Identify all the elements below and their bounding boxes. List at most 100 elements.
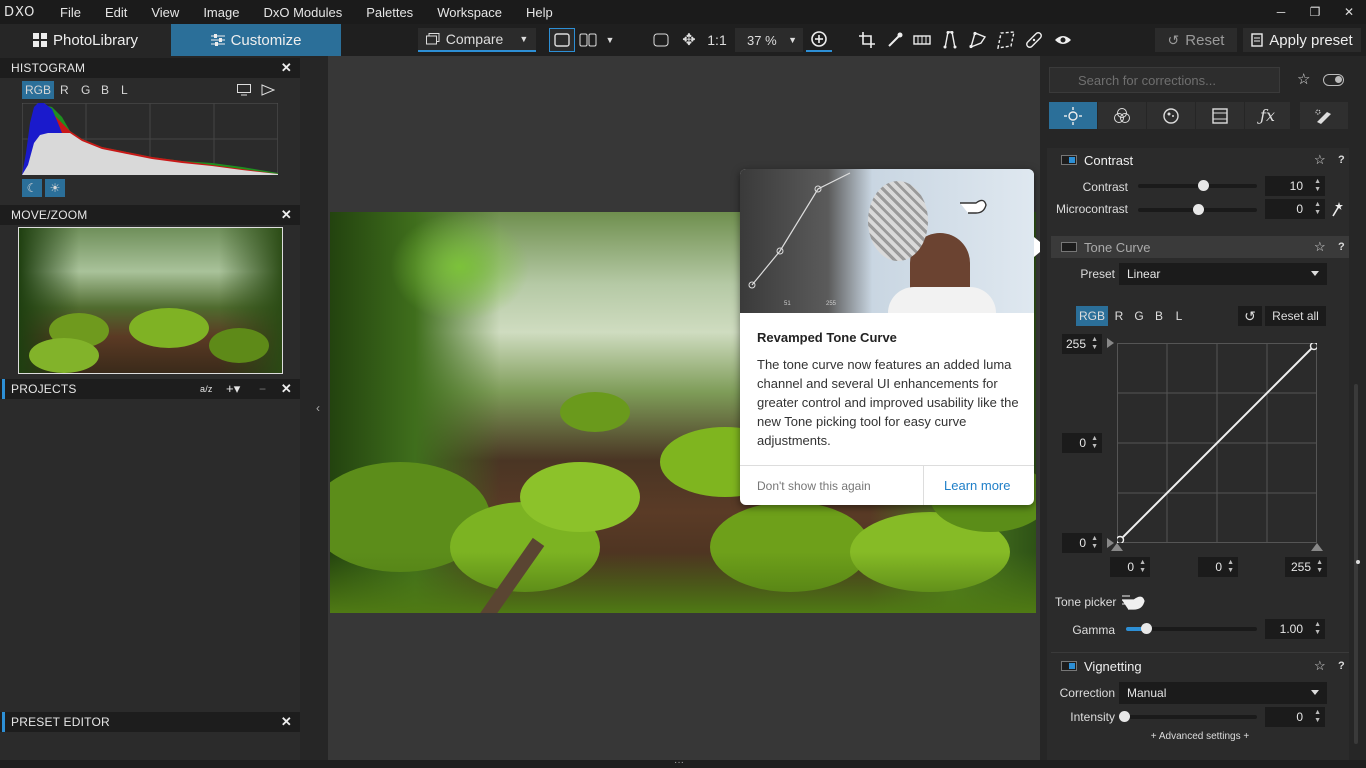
spinner-icon[interactable]: ▲ ▼ (1227, 559, 1234, 575)
output-min-field[interactable]: 0 ▲ ▼ (1062, 533, 1102, 553)
vignetting-enable-checkbox[interactable] (1061, 661, 1077, 671)
favorite-star-icon[interactable]: ☆ (1314, 152, 1326, 168)
input-mid-field[interactable]: 0 ▲ ▼ (1198, 557, 1238, 577)
menu-view[interactable]: View (139, 5, 191, 20)
menu-workspace[interactable]: Workspace (425, 5, 514, 20)
reset-all-button[interactable]: Reset all (1265, 306, 1326, 326)
mask-icon[interactable] (995, 28, 1017, 52)
scrollbar-track[interactable] (1352, 148, 1360, 758)
microcontrast-value-field[interactable]: 0 ▲ ▼ (1265, 199, 1325, 219)
split-view-button[interactable] (576, 28, 600, 52)
spinner-icon[interactable]: ▲ ▼ (1314, 709, 1321, 725)
spinner-icon[interactable]: ▲ ▼ (1314, 621, 1321, 637)
close-icon[interactable]: ✕ (281, 381, 292, 397)
histogram-channel-r[interactable]: R (60, 83, 69, 97)
correction-dropdown[interactable]: Manual (1119, 682, 1327, 704)
spinner-icon[interactable]: ▲ ▼ (1091, 435, 1098, 451)
tone-channel-g[interactable]: G (1131, 306, 1147, 326)
scrollbar-handle[interactable] (1356, 560, 1360, 564)
view-mode-chevron-icon[interactable]: ▼ (602, 28, 618, 52)
undo-icon[interactable]: ↺ (1238, 306, 1262, 326)
learn-more-link[interactable]: Learn more (944, 478, 1010, 493)
monitor-icon[interactable] (237, 84, 251, 96)
apply-preset-button[interactable]: Apply preset (1243, 28, 1361, 52)
custom-palette-tab[interactable] (1300, 102, 1348, 129)
move-icon[interactable]: ✥ (678, 28, 700, 52)
histogram-channel-l[interactable]: L (121, 83, 128, 97)
favorite-star-icon[interactable]: ☆ (1314, 239, 1326, 255)
crop-icon[interactable] (856, 28, 878, 52)
vignetting-section-header[interactable]: Vignetting ☆ ? (1051, 655, 1349, 677)
help-icon[interactable]: ? (1338, 241, 1345, 253)
microcontrast-slider-knob[interactable] (1192, 204, 1204, 215)
spinner-icon[interactable]: ▲ ▼ (1316, 559, 1323, 575)
close-icon[interactable]: ✕ (281, 60, 292, 76)
histogram-channel-rgb[interactable]: RGB (22, 81, 54, 99)
tone-channel-r[interactable]: R (1111, 306, 1127, 326)
spinner-icon[interactable]: ▲ ▼ (1091, 336, 1098, 352)
light-palette-tab[interactable] (1049, 102, 1097, 129)
horizon-icon[interactable] (911, 28, 933, 52)
spinner-icon[interactable]: ▲ ▼ (1139, 559, 1146, 575)
contrast-section-header[interactable]: Contrast ☆ ? (1051, 149, 1349, 171)
menu-dxo-modules[interactable]: DxO Modules (251, 5, 354, 20)
collapse-button[interactable]: − (259, 382, 266, 396)
input-max-field[interactable]: 255 ▲ ▼ (1285, 557, 1327, 577)
help-icon[interactable]: ? (1338, 154, 1345, 166)
tab-photolibrary[interactable]: PhotoLibrary (0, 24, 171, 56)
zoom-select[interactable]: 37 % ▼ (735, 28, 803, 52)
tab-customize[interactable]: Customize (171, 24, 341, 56)
advanced-settings-link[interactable]: + Advanced settings + (1051, 731, 1349, 742)
fit-screen-button[interactable] (650, 28, 672, 52)
menu-edit[interactable]: Edit (93, 5, 139, 20)
dont-show-again-link[interactable]: Don't show this again (757, 479, 871, 493)
input-max-handle[interactable] (1311, 543, 1323, 551)
tone-channel-l[interactable]: L (1171, 306, 1187, 326)
histogram-channel-b[interactable]: B (101, 83, 109, 97)
favorite-star-icon[interactable]: ☆ (1297, 70, 1310, 88)
toggle-switch[interactable] (1323, 74, 1344, 86)
output-max-handle[interactable] (1107, 338, 1114, 348)
output-mid-field[interactable]: 0 ▲ ▼ (1062, 433, 1102, 453)
maximize-button[interactable]: ❐ (1298, 0, 1332, 24)
eye-icon[interactable] (1052, 28, 1074, 52)
add-project-button[interactable]: +▾ (226, 381, 241, 397)
fx-palette-tab[interactable]: ƒx (1245, 102, 1290, 129)
perspective-icon[interactable] (939, 28, 961, 52)
contrast-value-field[interactable]: 10 ▲ ▼ (1265, 176, 1325, 196)
color-palette-tab[interactable] (1098, 102, 1146, 129)
input-min-field[interactable]: 0 ▲ ▼ (1110, 557, 1150, 577)
histogram-channel-g[interactable]: G (81, 83, 90, 97)
menu-file[interactable]: File (48, 5, 93, 20)
contrast-slider[interactable] (1138, 180, 1257, 191)
menu-image[interactable]: Image (191, 5, 251, 20)
gamma-value-field[interactable]: 1.00 ▲ ▼ (1265, 619, 1325, 639)
detail-palette-tab[interactable] (1147, 102, 1195, 129)
input-min-handle[interactable] (1111, 543, 1123, 551)
tone-channel-rgb[interactable]: RGB (1076, 306, 1108, 326)
search-input[interactable]: Search for corrections... (1049, 67, 1280, 93)
single-view-button[interactable] (549, 28, 575, 52)
intensity-value-field[interactable]: 0 ▲ ▼ (1265, 707, 1325, 727)
spinner-icon[interactable]: ▲ ▼ (1091, 535, 1098, 551)
geometry-palette-tab[interactable] (1196, 102, 1244, 129)
softproof-icon[interactable] (261, 84, 275, 96)
auto-wand-icon[interactable] (1331, 201, 1343, 217)
tone-curve-graph[interactable] (1117, 343, 1317, 543)
preset-dropdown[interactable]: Linear (1119, 263, 1327, 285)
menu-help[interactable]: Help (514, 5, 565, 20)
reset-button[interactable]: ↺ Reset (1155, 28, 1237, 52)
intensity-slider-knob[interactable] (1119, 711, 1130, 722)
eyedropper-icon[interactable] (884, 28, 906, 52)
spinner-icon[interactable]: ▲ ▼ (1314, 201, 1321, 217)
one-to-one-button[interactable]: 1:1 (704, 28, 730, 52)
spinner-icon[interactable]: ▲ ▼ (1314, 178, 1321, 194)
microcontrast-slider[interactable] (1138, 204, 1257, 215)
compare-button[interactable]: Compare ▼ (418, 28, 536, 52)
contrast-enable-checkbox[interactable] (1061, 155, 1077, 165)
close-icon[interactable]: ✕ (281, 714, 292, 730)
intensity-slider[interactable] (1119, 711, 1257, 722)
menu-palettes[interactable]: Palettes (354, 5, 425, 20)
close-window-button[interactable]: ✕ (1332, 0, 1366, 24)
tone-curve-enable-checkbox[interactable] (1061, 242, 1077, 252)
